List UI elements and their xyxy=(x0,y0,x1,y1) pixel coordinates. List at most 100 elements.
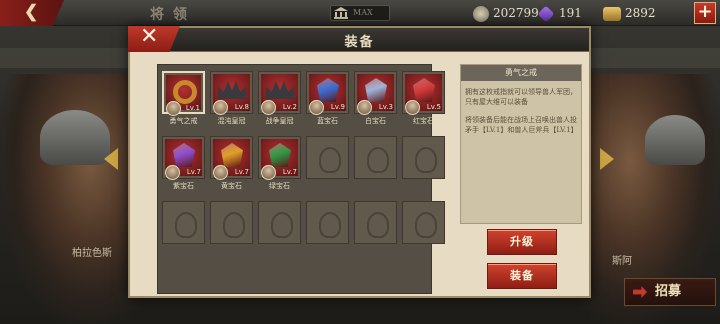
equipment-slot[interactable]: Lv.9 蓝宝石 xyxy=(306,69,349,134)
item-name: 战争皇冠 xyxy=(265,117,294,125)
empty-slot[interactable] xyxy=(402,134,445,199)
equipment-slot[interactable]: Lv.1 勇气之戒 xyxy=(162,69,205,134)
prev-hero-arrow-icon[interactable] xyxy=(104,148,118,170)
back-arrow-icon: ❮ xyxy=(24,2,39,22)
slot-frame: Lv.2 xyxy=(258,71,301,115)
gem-icon xyxy=(537,5,555,22)
slot-frame: Lv.3 xyxy=(354,71,397,115)
gem-value: 191 xyxy=(559,6,582,20)
top-bar: ❮ 将 领 MAX 202799 191 2892 + xyxy=(0,0,720,26)
equipment-slot[interactable]: Lv.3 白宝石 xyxy=(354,69,397,134)
item-level: Lv.8 xyxy=(234,103,249,111)
item-level: Lv.2 xyxy=(282,103,297,111)
owner-avatar xyxy=(261,165,276,180)
slot-frame xyxy=(210,201,253,244)
max-indicator: MAX xyxy=(330,5,390,21)
item-name: 紫宝石 xyxy=(173,182,194,190)
owner-avatar xyxy=(213,165,228,180)
empty-slot[interactable] xyxy=(306,199,349,264)
slot-frame: Lv.7 xyxy=(258,136,301,180)
gem-resource: 191 xyxy=(537,4,582,22)
recruit-label: 招募 xyxy=(655,284,682,299)
item-level: Lv.1 xyxy=(185,104,200,112)
arrow-icon xyxy=(633,286,647,298)
item-detail-panel: 勇气之戒 拥有这枚戒指就可以领导兽人军团，只有屋大维可以装备 将领装备后能在战场… xyxy=(460,64,582,224)
item-name: 白宝石 xyxy=(365,117,386,125)
owner-avatar xyxy=(405,100,420,115)
owner-avatar xyxy=(213,100,228,115)
next-hero-arrow-icon[interactable] xyxy=(600,148,614,170)
recruit-button[interactable]: 招募 xyxy=(624,278,716,306)
upgrade-button[interactable]: 升级 xyxy=(487,229,557,255)
equipment-slot[interactable]: Lv.7 紫宝石 xyxy=(162,134,205,199)
empty-slot[interactable] xyxy=(354,199,397,264)
equip-button[interactable]: 装备 xyxy=(487,263,557,289)
equipment-slot[interactable]: Lv.5 红宝石 xyxy=(402,69,445,134)
slot-frame: Lv.5 xyxy=(402,71,445,115)
helmet-left xyxy=(40,110,110,165)
modal-title: 装备 xyxy=(344,35,375,50)
item-name: 绿宝石 xyxy=(269,182,290,190)
equipment-modal: 装备 ✕ Lv.1 勇气之戒 Lv.8 混沌皇冠 Lv.2 战争皇冠 Lv.9 蓝宝石 Lv.3… xyxy=(128,26,591,298)
item-level: Lv.3 xyxy=(378,103,393,111)
ring-icon xyxy=(173,80,197,104)
item-name: 红宝石 xyxy=(413,117,434,125)
add-resource-button[interactable]: + xyxy=(694,2,716,24)
item-level: Lv.9 xyxy=(330,103,345,111)
item-detail-text: 拥有这枚戒指就可以领导兽人军团，只有屋大维可以装备 将领装备后能在战场上召唤出兽… xyxy=(461,81,581,141)
page-title: 将 领 xyxy=(150,7,189,23)
back-button[interactable]: ❮ xyxy=(0,0,64,26)
equipment-grid: Lv.1 勇气之戒 Lv.8 混沌皇冠 Lv.2 战争皇冠 Lv.9 蓝宝石 Lv.3 白宝石 Lv… xyxy=(162,69,445,264)
equipment-slot[interactable]: Lv.7 黄宝石 xyxy=(210,134,253,199)
slot-frame xyxy=(354,201,397,244)
empty-slot[interactable] xyxy=(258,199,301,264)
slot-frame xyxy=(402,201,445,244)
equipment-slot[interactable]: Lv.8 混沌皇冠 xyxy=(210,69,253,134)
hero-name-right: 斯阿 xyxy=(612,256,632,267)
slot-frame: Lv.1 xyxy=(162,71,205,116)
item-name: 黄宝石 xyxy=(221,182,242,190)
coin-resource: 202799 xyxy=(473,4,539,22)
empty-slot[interactable] xyxy=(354,134,397,199)
item-level: Lv.7 xyxy=(282,168,297,176)
item-name: 混沌皇冠 xyxy=(217,117,246,125)
modal-header: 装备 xyxy=(130,28,589,52)
owner-avatar xyxy=(309,100,324,115)
empty-slot[interactable] xyxy=(402,199,445,264)
item-level: Lv.7 xyxy=(234,168,249,176)
max-label: MAX xyxy=(353,8,373,17)
owner-avatar xyxy=(166,101,181,116)
item-level: Lv.7 xyxy=(186,168,201,176)
item-detail-title: 勇气之戒 xyxy=(461,65,581,81)
slot-frame xyxy=(402,136,445,179)
temple-icon xyxy=(334,7,348,19)
empty-slot[interactable] xyxy=(210,199,253,264)
item-name: 勇气之戒 xyxy=(169,117,198,125)
owner-avatar xyxy=(357,100,372,115)
treasure-chest-icon xyxy=(603,6,621,21)
equipment-slot[interactable]: Lv.7 绿宝石 xyxy=(258,134,301,199)
empty-slot[interactable] xyxy=(162,199,205,264)
equipment-grid-panel: Lv.1 勇气之戒 Lv.8 混沌皇冠 Lv.2 战争皇冠 Lv.9 蓝宝石 Lv.3 白宝石 Lv… xyxy=(157,64,445,294)
helmet-right xyxy=(645,115,705,165)
coin-icon xyxy=(473,5,489,22)
owner-avatar xyxy=(165,165,180,180)
slot-frame xyxy=(306,201,349,244)
owner-avatar xyxy=(261,100,276,115)
slot-frame xyxy=(162,201,205,244)
item-level: Lv.5 xyxy=(426,103,441,111)
slot-frame: Lv.9 xyxy=(306,71,349,115)
item-effect: 将领装备后能在战场上召唤出兽人投矛手【LV.1】和兽人巨斧兵【LV.1】 xyxy=(465,116,578,134)
item-name: 蓝宝石 xyxy=(317,117,338,125)
item-description: 拥有这枚戒指就可以领导兽人军团，只有屋大维可以装备 xyxy=(465,88,577,106)
coin-value: 202799 xyxy=(493,6,539,20)
gold-value: 2892 xyxy=(625,6,656,20)
gold-resource: 2892 xyxy=(603,4,656,22)
slot-frame: Lv.7 xyxy=(162,136,205,180)
close-icon: ✕ xyxy=(140,24,159,49)
slot-frame: Lv.8 xyxy=(210,71,253,115)
empty-slot[interactable] xyxy=(306,134,349,199)
equipment-slot[interactable]: Lv.2 战争皇冠 xyxy=(258,69,301,134)
hero-name-left: 柏拉色斯 xyxy=(72,248,112,259)
slot-frame: Lv.7 xyxy=(210,136,253,180)
